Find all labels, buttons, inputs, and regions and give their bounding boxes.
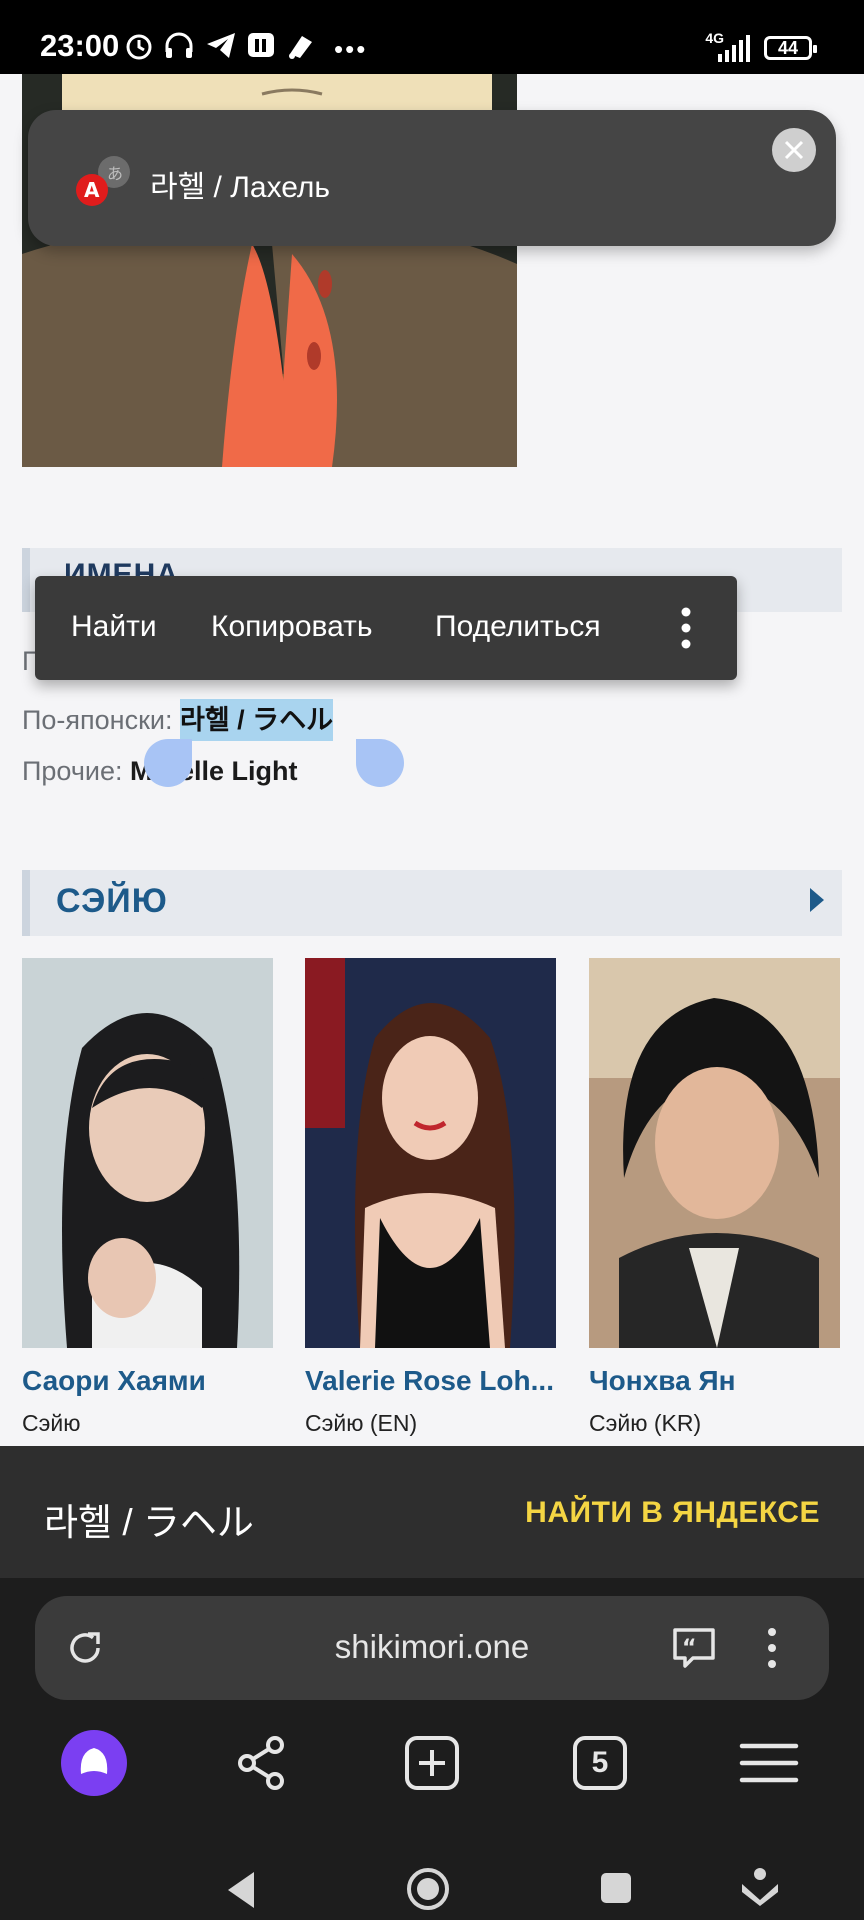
browser-bottom-panel: shikimori.one “ 5 [0,1578,864,1920]
tabs-button[interactable]: 5 [565,1728,635,1798]
menu-icon[interactable] [734,1728,804,1798]
more-vert-icon[interactable] [681,606,691,650]
quote-icon[interactable]: “ [671,1626,717,1670]
menu-item-copy[interactable]: Копировать [211,610,373,644]
text-selection-menu: Найти Копировать Поделиться [35,576,737,680]
alice-assistant-icon[interactable] [59,1728,129,1798]
signal-icon [718,35,750,62]
address-bar[interactable]: shikimori.one “ [35,1596,829,1700]
close-icon [784,140,804,160]
seiyu-photo-3[interactable] [589,958,840,1348]
selection-search-bar: 라헬 / ラヘル НАЙТИ В ЯНДЕКСЕ [0,1446,864,1578]
tabs-count: 5 [591,1746,609,1779]
seiyu-name-1[interactable]: Саори Хаями [22,1365,206,1397]
seiyu-photo-2[interactable] [305,958,556,1348]
selection-handle-end[interactable] [356,739,404,787]
seiyu-photo-1[interactable] [22,958,273,1348]
menu-item-find[interactable]: Найти [71,610,157,644]
svg-text:“: “ [682,1636,696,1661]
share-icon[interactable] [226,1728,296,1798]
svg-text:A: A [84,178,100,202]
translation-text: 라헬 / Лахель [150,171,331,204]
telegram-icon [207,33,235,58]
close-button[interactable] [772,128,816,172]
translate-icon: あ A [76,156,130,206]
search-in-yandex-button[interactable]: НАЙТИ В ЯНДЕКСЕ [525,1496,820,1530]
other-label: Прочие: [22,756,123,786]
seiyu-name-3[interactable]: Чонхва Ян [589,1365,736,1397]
menu-item-share[interactable]: Поделиться [435,610,601,644]
seiyu-role-3: Сэйю (KR) [589,1410,702,1436]
headphones-icon [165,32,193,58]
more-vert-icon[interactable] [767,1626,777,1670]
svg-text:あ: あ [107,164,123,183]
search-query-text: 라헬 / ラヘル [44,1502,254,1543]
home-nav-icon[interactable] [405,1866,451,1912]
seiyu-name-2[interactable]: Valerie Rose Loh... [305,1365,554,1397]
download-nav-icon[interactable] [738,1864,782,1908]
translate-notification-icon [289,36,312,59]
translate-popup[interactable]: あ A 라헬 / Лахель [28,110,836,246]
seiyu-role-2: Сэйю (EN) [305,1410,418,1436]
chevron-right-icon[interactable] [810,888,824,912]
status-time: 23:00 [40,28,120,63]
back-nav-icon[interactable] [222,1868,262,1912]
recents-nav-icon[interactable] [598,1870,634,1906]
battery-icon: 44 [764,36,817,60]
more-notifications-icon: ••• [334,34,368,64]
app-notification-icon [248,33,274,57]
seiyu-role-1: Сэйю [22,1410,81,1436]
new-tab-icon[interactable] [397,1728,467,1798]
japanese-label: По-японски: [22,705,173,735]
status-bar: 23:00 ••• 4G 44 [0,0,864,74]
selection-handle-start[interactable] [144,739,192,787]
alarm-icon [126,34,152,60]
info-line-japanese: По-японски: 라헬 / ラヘル [22,698,334,741]
seiyu-section-title: СЭЙЮ [56,882,168,920]
selected-text[interactable]: 라헬 / ラヘル [180,699,334,741]
seiyu-section-header[interactable]: СЭЙЮ [22,870,842,936]
